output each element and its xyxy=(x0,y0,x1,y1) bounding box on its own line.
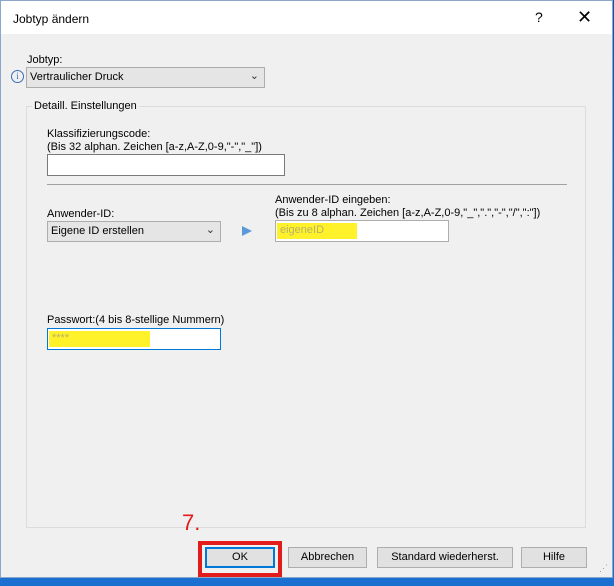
chevron-down-icon: ⌄ xyxy=(205,224,215,236)
job-type-dialog: Jobtyp ändern ? ✕ Jobtyp: i Vertrauliche… xyxy=(0,0,613,578)
ok-button[interactable]: OK xyxy=(205,547,275,568)
jobtype-select[interactable]: Vertraulicher Druck ⌄ xyxy=(26,67,265,88)
password-label: Passwort:(4 bis 8-stellige Nummern) xyxy=(47,314,225,326)
step-number: 7. xyxy=(182,510,201,535)
resize-grip[interactable]: ⋰ xyxy=(599,563,608,574)
info-icon: i xyxy=(11,70,24,83)
password-input[interactable]: **** xyxy=(47,328,221,350)
close-icon[interactable]: ✕ xyxy=(577,7,592,28)
user-id-input-value: eigeneID xyxy=(280,224,325,236)
user-id-input-hint: (Bis zu 8 alphan. Zeichen [a-z,A-Z,0-9,"… xyxy=(275,207,541,219)
user-id-select-value: Eigene ID erstellen xyxy=(51,225,144,237)
jobtype-select-value: Vertraulicher Druck xyxy=(30,71,124,83)
jobtype-label: Jobtyp: xyxy=(27,54,63,66)
restore-defaults-button[interactable]: Standard wiederherst. xyxy=(377,547,513,568)
title-bar: Jobtyp ändern ? ✕ xyxy=(1,1,612,34)
password-input-value: **** xyxy=(52,332,70,344)
help-title-button[interactable]: ? xyxy=(535,9,543,25)
user-id-input[interactable]: eigeneID xyxy=(275,220,449,242)
arrow-right-icon xyxy=(242,226,252,236)
user-id-select[interactable]: Eigene ID erstellen ⌄ xyxy=(47,221,221,242)
chevron-down-icon: ⌄ xyxy=(249,70,259,82)
classification-input[interactable] xyxy=(47,154,285,176)
classification-label: Klassifizierungscode: xyxy=(47,128,151,140)
classification-hint: (Bis 32 alphan. Zeichen [a-z,A-Z,0-9,"-"… xyxy=(47,141,262,153)
help-button[interactable]: Hilfe xyxy=(521,547,587,568)
user-id-input-label: Anwender-ID eingeben: xyxy=(275,194,391,206)
details-group-title: Detaill. Einstellungen xyxy=(32,100,139,112)
cancel-button[interactable]: Abbrechen xyxy=(288,547,367,568)
user-id-label: Anwender-ID: xyxy=(47,208,115,220)
dialog-title: Jobtyp ändern xyxy=(13,12,90,26)
separator xyxy=(47,184,567,185)
